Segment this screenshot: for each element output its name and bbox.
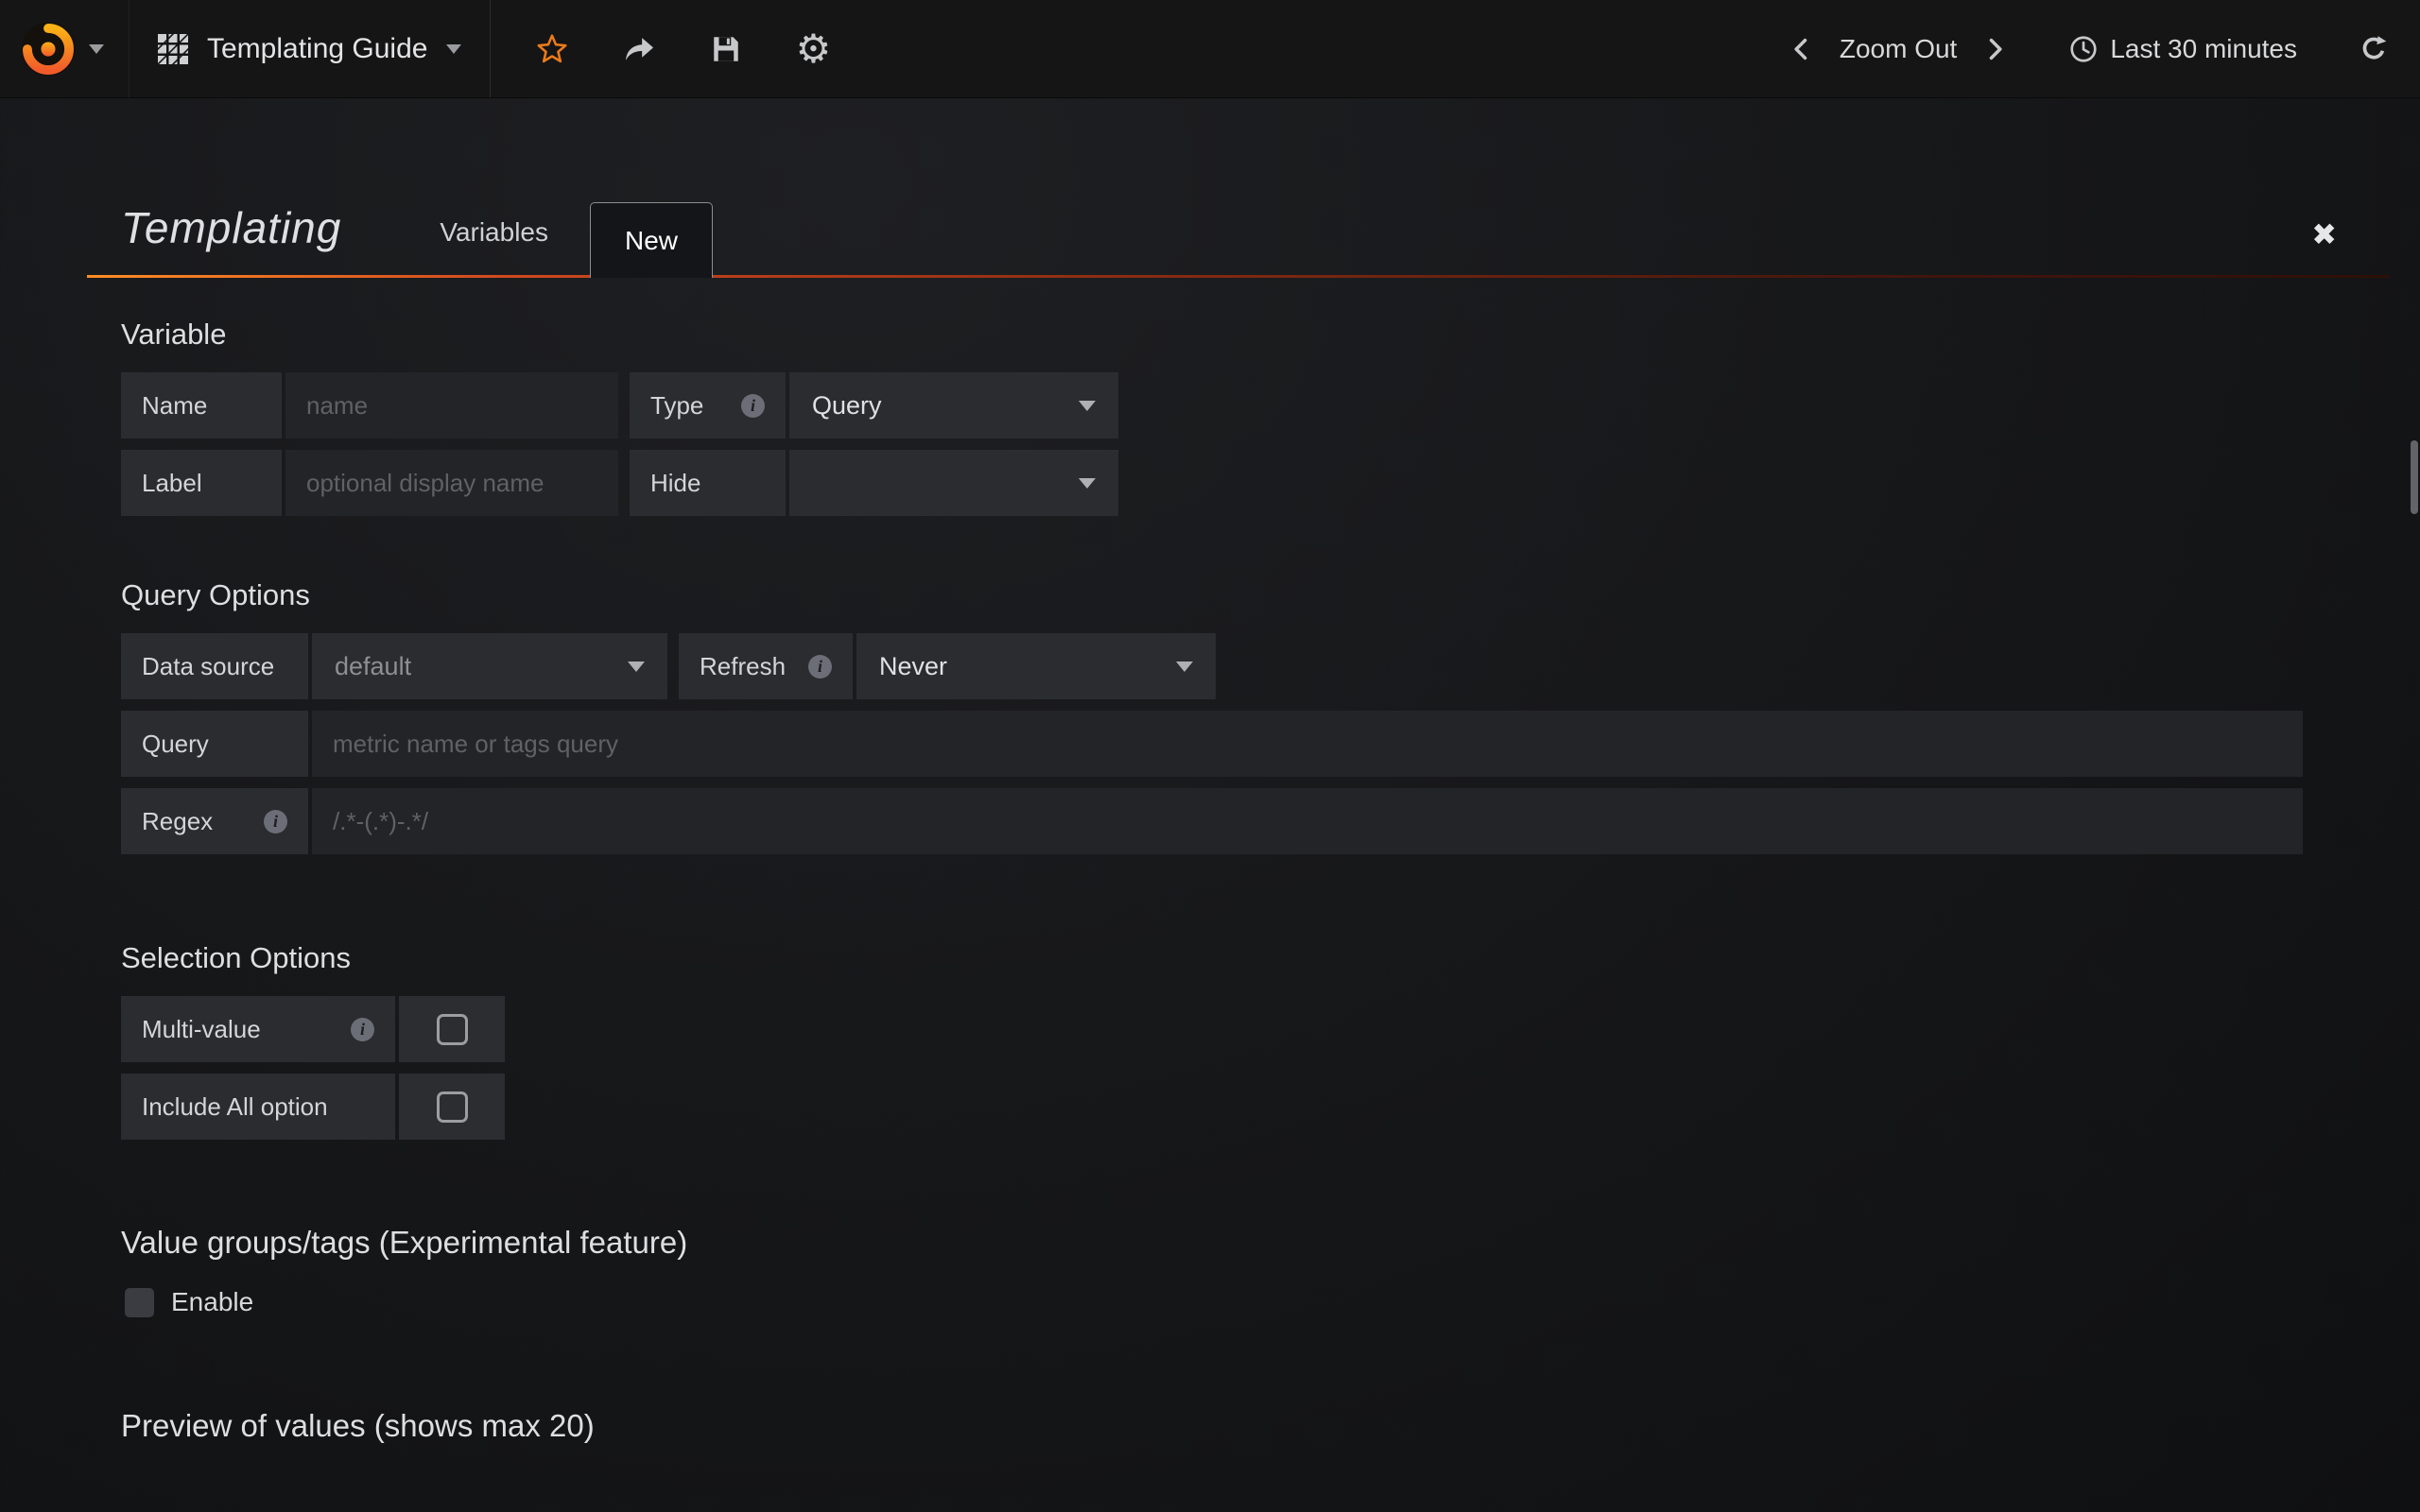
close-icon[interactable]: ✖ [2311, 219, 2337, 249]
info-icon[interactable]: i [741, 394, 765, 418]
info-icon[interactable]: i [808, 655, 832, 679]
chevron-down-icon [1079, 401, 1096, 411]
info-icon[interactable]: i [351, 1018, 374, 1041]
tab-variables[interactable]: Variables [440, 217, 548, 278]
gear-button[interactable]: ⚙ [795, 31, 831, 67]
dashboard-title-dropdown[interactable]: Templating Guide [130, 0, 491, 97]
include-all-checkbox[interactable] [399, 1074, 505, 1140]
dashboard-grid-icon [158, 34, 188, 64]
label-label: Label [121, 450, 282, 516]
multi-value-row: Multi-value i [121, 996, 2303, 1062]
save-button[interactable] [708, 31, 744, 67]
datasource-select[interactable]: default [312, 633, 667, 699]
tab-new[interactable]: New [590, 202, 713, 278]
include-all-row: Include All option [121, 1074, 2303, 1140]
multi-value-label: Multi-value i [121, 996, 395, 1062]
enable-checkbox[interactable] [125, 1288, 154, 1317]
gear-icon: ⚙ [796, 29, 832, 69]
time-shift-back-button[interactable] [1783, 28, 1821, 70]
editor-tab-header: Templating Variables New ✖ [87, 153, 2390, 278]
zoom-out-button[interactable]: Zoom Out [1834, 26, 1962, 72]
type-select-value: Query [812, 391, 1062, 421]
page-title: Templating [87, 202, 341, 253]
grafana-logo-icon [21, 22, 76, 77]
name-input[interactable] [285, 372, 618, 438]
top-navbar: Templating Guide ⚙ [0, 0, 2420, 98]
checkbox-square [437, 1014, 468, 1045]
datasource-select-value: default [335, 652, 611, 681]
hide-label: Hide [630, 450, 786, 516]
variable-section-heading: Variable [121, 318, 2303, 352]
chevron-down-icon [446, 44, 461, 54]
time-picker-button[interactable]: Last 30 minutes [2063, 26, 2303, 72]
query-options-heading: Query Options [121, 578, 2303, 612]
multi-value-checkbox[interactable] [399, 996, 505, 1062]
refresh-select-value: Never [879, 652, 1159, 681]
scrollbar-thumb[interactable] [2411, 440, 2418, 514]
preview-heading: Preview of values (shows max 20) [121, 1408, 2303, 1444]
dashboard-title: Templating Guide [207, 33, 427, 65]
selection-options-heading: Selection Options [121, 941, 2303, 975]
datasource-row: Data source default Refresh i Never [121, 633, 2303, 699]
share-button[interactable] [621, 31, 657, 67]
datasource-label: Data source [121, 633, 308, 699]
grafana-menu-button[interactable] [0, 0, 130, 97]
chevron-down-icon [1176, 662, 1193, 672]
chevron-down-icon [628, 662, 645, 672]
star-button[interactable] [534, 31, 570, 67]
name-label: Name [121, 372, 282, 438]
variable-label-row: Label Hide [121, 450, 2303, 516]
type-select[interactable]: Query [789, 372, 1118, 438]
regex-input[interactable] [312, 788, 2303, 854]
info-icon[interactable]: i [264, 810, 287, 833]
refresh-button[interactable] [2352, 26, 2395, 73]
templating-editor: Templating Variables New ✖ Variable Name… [87, 153, 2390, 1512]
query-label: Query [121, 711, 308, 777]
value-groups-heading: Value groups/tags (Experimental feature) [121, 1225, 2303, 1261]
enable-row: Enable [121, 1287, 2303, 1317]
query-row: Query [121, 711, 2303, 777]
query-input[interactable] [312, 711, 2303, 777]
chevron-down-icon [1079, 478, 1096, 489]
zoom-out-label: Zoom Out [1840, 34, 1957, 64]
chevron-down-icon [89, 44, 104, 54]
regex-row: Regex i [121, 788, 2303, 854]
variable-name-row: Name Type i Query [121, 372, 2303, 438]
enable-label: Enable [171, 1287, 253, 1317]
time-range-label: Last 30 minutes [2110, 34, 2297, 64]
refresh-icon [2358, 33, 2390, 65]
regex-label: Regex i [121, 788, 308, 854]
include-all-label: Include All option [121, 1074, 395, 1140]
time-shift-forward-button[interactable] [1976, 28, 2014, 70]
refresh-select[interactable]: Never [856, 633, 1216, 699]
label-input[interactable] [285, 450, 618, 516]
clock-icon [2068, 34, 2099, 64]
checkbox-square [437, 1091, 468, 1123]
type-label: Type i [630, 372, 786, 438]
refresh-label: Refresh i [679, 633, 853, 699]
hide-select[interactable] [789, 450, 1118, 516]
